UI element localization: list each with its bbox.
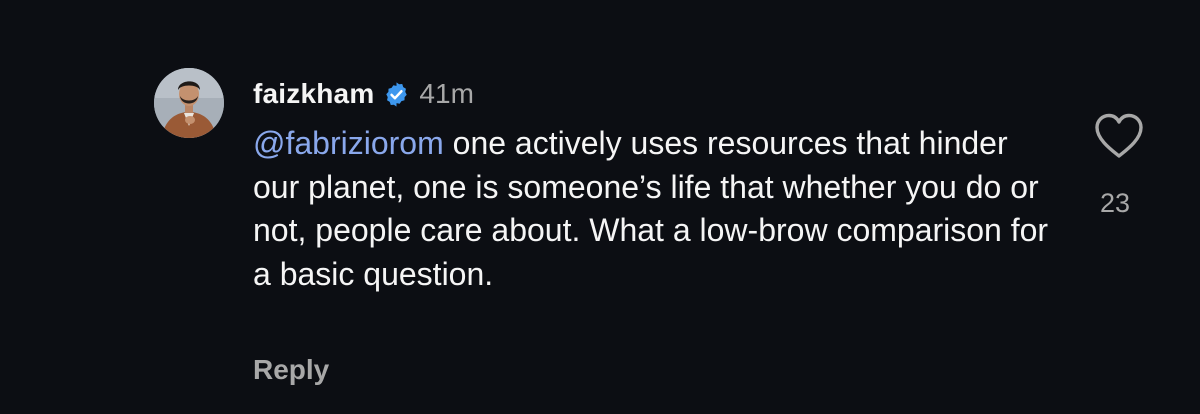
avatar-photo — [154, 68, 224, 138]
timestamp: 41m — [419, 78, 474, 109]
like-count: 23 — [1099, 188, 1131, 218]
comment-header: faizkham 41m — [253, 74, 474, 114]
like-button[interactable] — [1093, 112, 1145, 160]
reply-button[interactable]: Reply — [253, 354, 329, 386]
heart-outline-icon — [1095, 113, 1143, 158]
avatar[interactable] — [154, 68, 224, 138]
username[interactable]: faizkham — [253, 78, 374, 110]
comment-text: @fabriziorom one actively uses resources… — [253, 122, 1053, 296]
comment: faizkham 41m @fabriziorom one actively u… — [0, 0, 1200, 414]
mention-link[interactable]: @fabriziorom — [253, 125, 444, 161]
verified-badge-icon — [383, 81, 410, 108]
